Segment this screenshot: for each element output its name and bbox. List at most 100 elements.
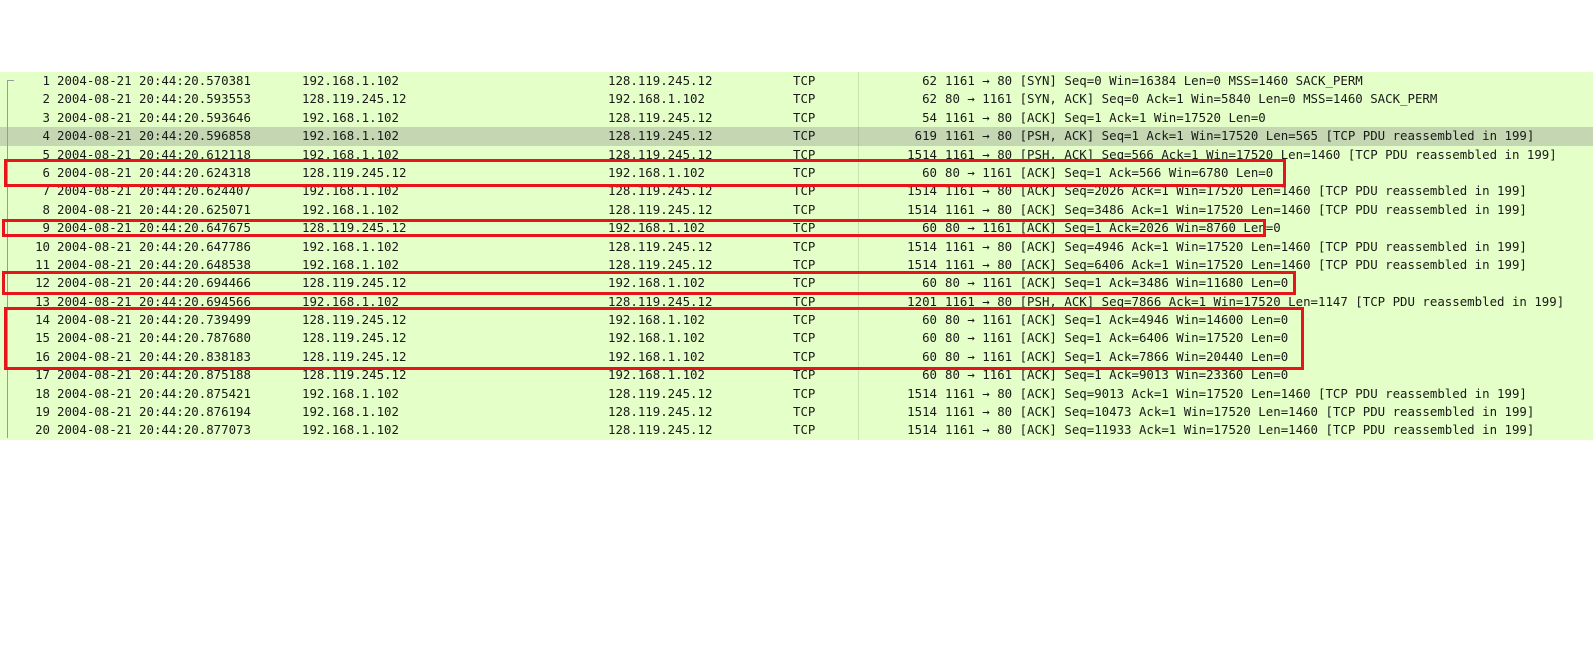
packet-source: 192.168.1.102 <box>302 146 399 162</box>
packet-length: 60 <box>922 367 937 383</box>
packet-source: 192.168.1.102 <box>302 109 399 125</box>
packet-row[interactable]: 11 2004-08-21 20:44:20.648538 192.168.1.… <box>0 255 1593 275</box>
packet-number: 14 <box>35 312 50 328</box>
packet-destination: 128.119.245.12 <box>608 201 713 217</box>
packet-info: 80 → 1161 [ACK] Seq=1 Ack=566 Win=6780 L… <box>945 164 1274 180</box>
packet-protocol: TCP <box>793 183 816 199</box>
packet-source: 128.119.245.12 <box>302 275 407 291</box>
packet-protocol: TCP <box>793 256 816 272</box>
packet-time: 2004-08-21 20:44:20.647675 <box>57 220 251 236</box>
packet-protocol: TCP <box>793 404 816 420</box>
packet-length: 60 <box>922 348 937 364</box>
conversation-tree-tick <box>7 80 14 81</box>
packet-protocol: TCP <box>793 275 816 291</box>
packet-destination: 128.119.245.12 <box>608 73 713 88</box>
packet-source: 128.119.245.12 <box>302 164 407 180</box>
packet-info: 1161 → 80 [ACK] Seq=6406 Ack=1 Win=17520… <box>945 256 1527 272</box>
packet-length: 1514 <box>907 201 937 217</box>
packet-protocol: TCP <box>793 385 816 401</box>
packet-time: 2004-08-21 20:44:20.612118 <box>57 146 251 162</box>
packet-source: 192.168.1.102 <box>302 128 399 144</box>
packet-length: 62 <box>922 91 937 107</box>
packet-time: 2004-08-21 20:44:20.593646 <box>57 109 251 125</box>
packet-source: 192.168.1.102 <box>302 238 399 254</box>
packet-protocol: TCP <box>793 293 816 309</box>
packet-protocol: TCP <box>793 312 816 328</box>
packet-destination: 128.119.245.12 <box>608 293 713 309</box>
packet-source: 128.119.245.12 <box>302 367 407 383</box>
packet-info: 80 → 1161 [ACK] Seq=1 Ack=7866 Win=20440… <box>945 348 1289 364</box>
packet-number: 7 <box>42 183 50 199</box>
packet-source: 192.168.1.102 <box>302 183 399 199</box>
packet-destination: 192.168.1.102 <box>608 91 705 107</box>
packet-destination: 192.168.1.102 <box>608 312 705 328</box>
packet-length: 60 <box>922 275 937 291</box>
packet-row-selected[interactable]: 4 2004-08-21 20:44:20.596858 192.168.1.1… <box>0 127 1593 146</box>
packet-row[interactable]: 20 2004-08-21 20:44:20.877073 192.168.1.… <box>0 421 1593 440</box>
packet-number: 5 <box>42 146 50 162</box>
packet-length: 1514 <box>907 404 937 420</box>
packet-row[interactable]: 8 2004-08-21 20:44:20.625071 192.168.1.1… <box>0 200 1593 220</box>
packet-info: 80 → 1161 [SYN, ACK] Seq=0 Ack=1 Win=584… <box>945 91 1438 107</box>
packet-number: 6 <box>42 164 50 180</box>
packet-list: 1 2004-08-21 20:44:20.570381 192.168.1.1… <box>0 72 1593 440</box>
packet-info: 1161 → 80 [ACK] Seq=3486 Ack=1 Win=17520… <box>945 201 1527 217</box>
packet-number: 4 <box>42 128 50 144</box>
packet-time: 2004-08-21 20:44:20.877073 <box>57 422 251 438</box>
packet-source: 128.119.245.12 <box>302 91 407 107</box>
packet-time: 2004-08-21 20:44:20.648538 <box>57 256 251 272</box>
packet-info: 80 → 1161 [ACK] Seq=1 Ack=3486 Win=11680… <box>945 275 1289 291</box>
packet-info: 1161 → 80 [PSH, ACK] Seq=1 Ack=1 Win=175… <box>945 128 1535 144</box>
packet-length: 619 <box>914 128 937 144</box>
packet-row[interactable]: 19 2004-08-21 20:44:20.876194 192.168.1.… <box>0 403 1593 422</box>
packet-time: 2004-08-21 20:44:20.838183 <box>57 348 251 364</box>
packet-destination: 128.119.245.12 <box>608 404 713 420</box>
packet-number: 8 <box>42 201 50 217</box>
packet-row[interactable]: 17 2004-08-21 20:44:20.875188 128.119.24… <box>0 366 1593 385</box>
packet-info: 1161 → 80 [ACK] Seq=9013 Ack=1 Win=17520… <box>945 385 1527 401</box>
packet-info: 80 → 1161 [ACK] Seq=1 Ack=9013 Win=23360… <box>945 367 1289 383</box>
packet-time: 2004-08-21 20:44:20.570381 <box>57 73 251 88</box>
packet-protocol: TCP <box>793 109 816 125</box>
packet-length: 1514 <box>907 238 937 254</box>
packet-time: 2004-08-21 20:44:20.593553 <box>57 91 251 107</box>
packet-destination: 192.168.1.102 <box>608 330 705 346</box>
packet-row[interactable]: 15 2004-08-21 20:44:20.787680 128.119.24… <box>0 329 1593 348</box>
packet-protocol: TCP <box>793 201 816 217</box>
packet-row[interactable]: 7 2004-08-21 20:44:20.624407 192.168.1.1… <box>0 182 1593 201</box>
packet-row[interactable]: 16 2004-08-21 20:44:20.838183 128.119.24… <box>0 347 1593 367</box>
packet-number: 13 <box>35 293 50 309</box>
packet-time: 2004-08-21 20:44:20.739499 <box>57 312 251 328</box>
packet-time: 2004-08-21 20:44:20.647786 <box>57 238 251 254</box>
packet-row[interactable]: 12 2004-08-21 20:44:20.694466 128.119.24… <box>0 274 1593 293</box>
packet-time: 2004-08-21 20:44:20.625071 <box>57 201 251 217</box>
packet-destination: 128.119.245.12 <box>608 238 713 254</box>
packet-row[interactable]: 5 2004-08-21 20:44:20.612118 192.168.1.1… <box>0 145 1593 164</box>
packet-destination: 128.119.245.12 <box>608 385 713 401</box>
packet-info: 1161 → 80 [ACK] Seq=10473 Ack=1 Win=1752… <box>945 404 1535 420</box>
packet-source: 128.119.245.12 <box>302 348 407 364</box>
packet-length: 60 <box>922 164 937 180</box>
packet-source: 128.119.245.12 <box>302 330 407 346</box>
packet-length: 54 <box>922 109 937 125</box>
packet-row[interactable]: 6 2004-08-21 20:44:20.624318 128.119.245… <box>0 163 1593 183</box>
packet-row[interactable]: 1 2004-08-21 20:44:20.570381 192.168.1.1… <box>0 72 1593 91</box>
packet-length: 60 <box>922 330 937 346</box>
packet-length: 1514 <box>907 256 937 272</box>
packet-number: 19 <box>35 404 50 420</box>
packet-row[interactable]: 9 2004-08-21 20:44:20.647675 128.119.245… <box>0 219 1593 238</box>
packet-info: 1161 → 80 [PSH, ACK] Seq=566 Ack=1 Win=1… <box>945 146 1557 162</box>
packet-protocol: TCP <box>793 91 816 107</box>
packet-info: 1161 → 80 [PSH, ACK] Seq=7866 Ack=1 Win=… <box>945 293 1565 309</box>
packet-row[interactable]: 3 2004-08-21 20:44:20.593646 192.168.1.1… <box>0 108 1593 128</box>
packet-row[interactable]: 18 2004-08-21 20:44:20.875421 192.168.1.… <box>0 384 1593 404</box>
packet-row[interactable]: 14 2004-08-21 20:44:20.739499 128.119.24… <box>0 311 1593 330</box>
packet-row[interactable]: 13 2004-08-21 20:44:20.694566 192.168.1.… <box>0 292 1593 312</box>
packet-time: 2004-08-21 20:44:20.694566 <box>57 293 251 309</box>
packet-row[interactable]: 10 2004-08-21 20:44:20.647786 192.168.1.… <box>0 237 1593 256</box>
packet-source: 128.119.245.12 <box>302 220 407 236</box>
packet-destination: 192.168.1.102 <box>608 164 705 180</box>
packet-destination: 128.119.245.12 <box>608 146 713 162</box>
packet-row[interactable]: 2 2004-08-21 20:44:20.593553 128.119.245… <box>0 90 1593 109</box>
packet-source: 192.168.1.102 <box>302 404 399 420</box>
